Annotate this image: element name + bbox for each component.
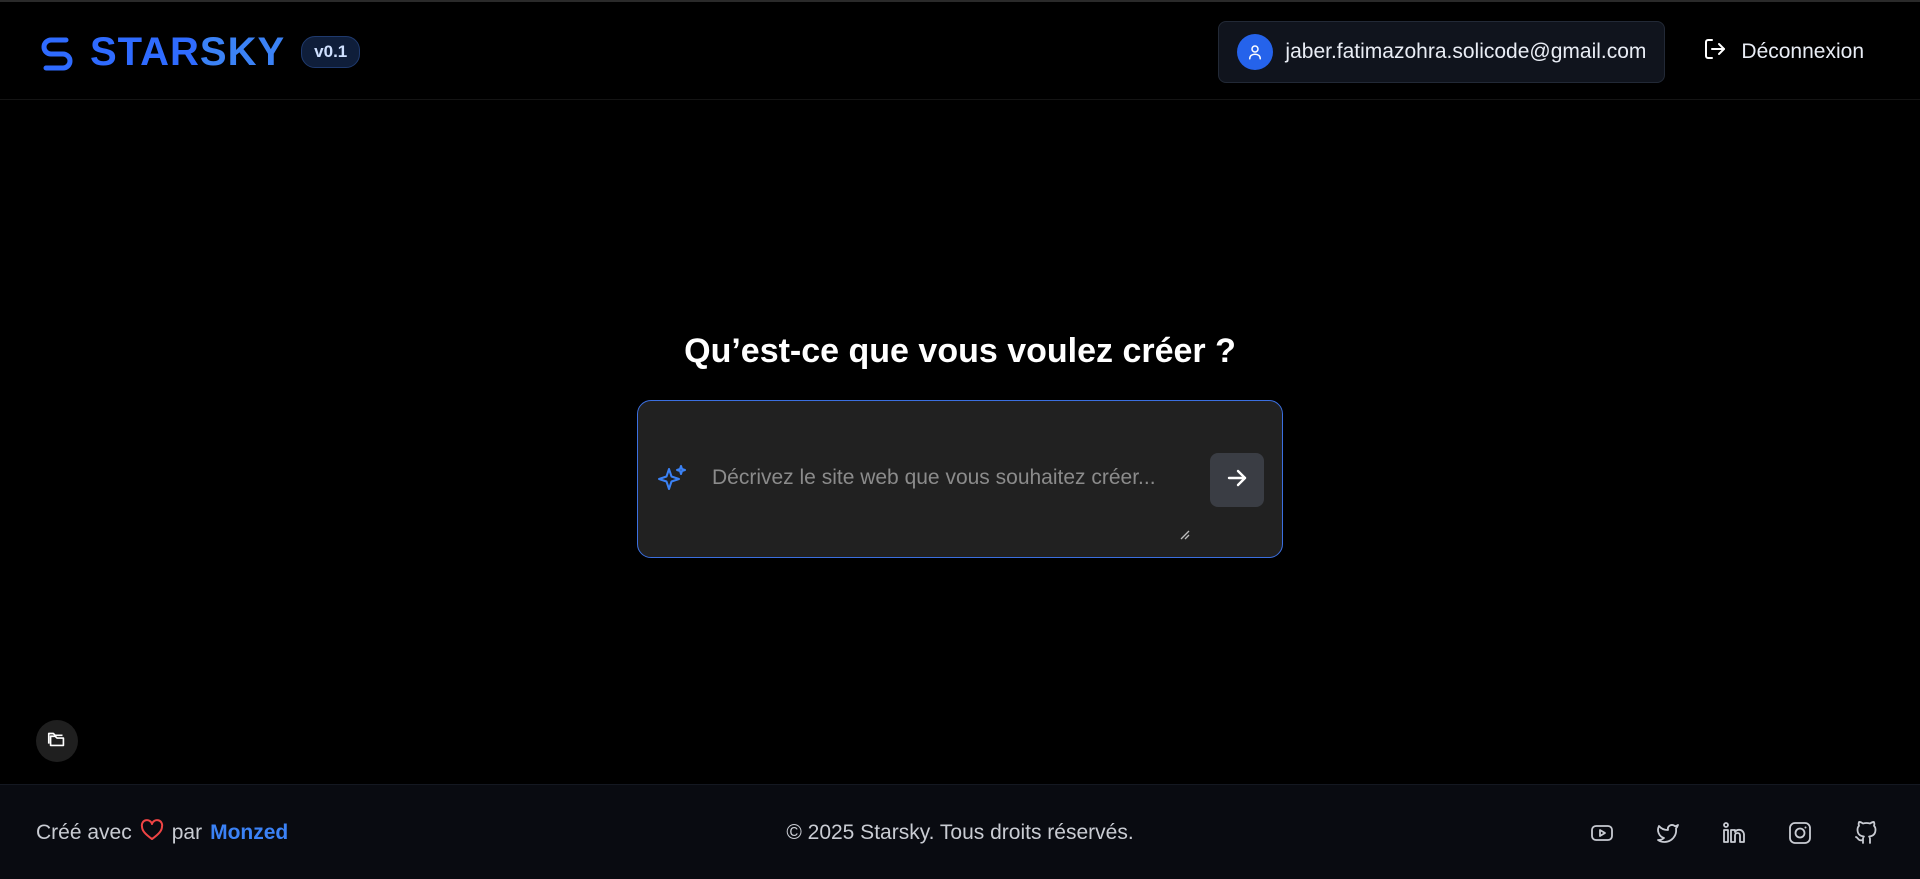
made-with-prefix: Créé avec	[36, 821, 132, 844]
made-with: Créé avec par Monzed	[36, 819, 288, 847]
footer: Créé avec par Monzed © 2025 Starsky. Tou…	[0, 784, 1920, 879]
folder-icon	[46, 728, 68, 755]
social-links	[1588, 819, 1884, 847]
youtube-icon[interactable]	[1588, 819, 1616, 847]
brand-name-part1: STAR	[90, 29, 200, 74]
user-chip[interactable]: jaber.fatimazohra.solicode@gmail.com	[1218, 20, 1666, 83]
send-button[interactable]	[1210, 453, 1264, 507]
brand[interactable]: STARSKY v0.1	[36, 31, 361, 73]
author-link[interactable]: Monzed	[210, 821, 288, 845]
sparkles-icon	[656, 463, 688, 495]
prompt-box	[637, 400, 1283, 558]
made-with-by: par	[171, 821, 203, 844]
brand-name-part2: SKY	[199, 29, 286, 74]
starsky-logo-icon	[36, 31, 78, 73]
brand-name: STARSKY	[90, 32, 285, 72]
header-actions: jaber.fatimazohra.solicode@gmail.com Déc…	[1218, 20, 1884, 83]
prompt-input[interactable]	[704, 451, 1224, 527]
logout-label: Déconnexion	[1741, 39, 1864, 63]
resize-handle[interactable]	[1178, 527, 1190, 540]
linkedin-icon[interactable]	[1720, 819, 1748, 847]
arrow-right-icon	[1225, 466, 1249, 495]
page-title: Qu’est-ce que vous voulez créer ?	[684, 332, 1236, 370]
logout-button[interactable]: Déconnexion	[1703, 37, 1884, 67]
user-icon	[1237, 33, 1274, 70]
twitter-icon[interactable]	[1654, 819, 1682, 847]
instagram-icon[interactable]	[1786, 819, 1814, 847]
projects-button[interactable]	[36, 720, 78, 762]
version-badge: v0.1	[301, 35, 361, 68]
github-icon[interactable]	[1852, 819, 1880, 847]
heart-icon	[140, 819, 164, 847]
top-header: STARSKY v0.1 jaber.fatimazohra.solicode@…	[0, 4, 1920, 100]
logout-icon	[1703, 37, 1727, 67]
app-page: STARSKY v0.1 jaber.fatimazohra.solicode@…	[0, 0, 1920, 879]
user-email: jaber.fatimazohra.solicode@gmail.com	[1285, 39, 1647, 63]
